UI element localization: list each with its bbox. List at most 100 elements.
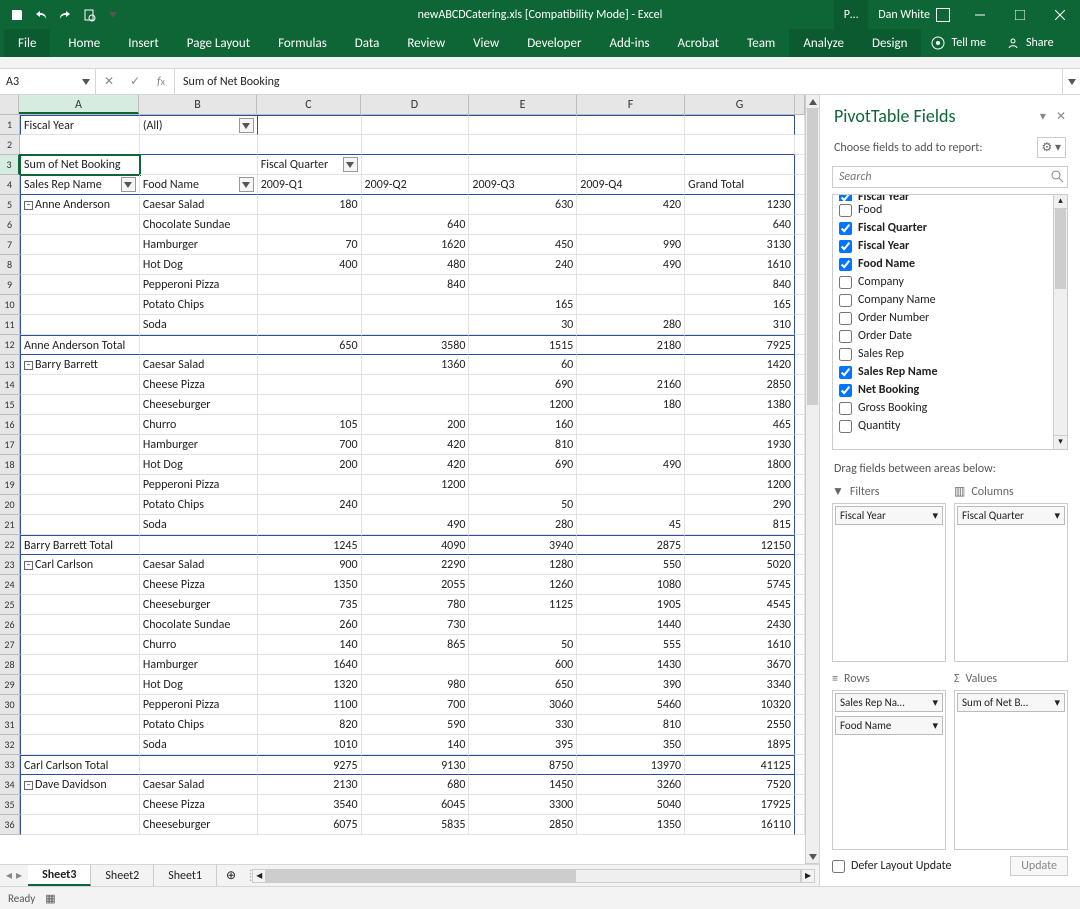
row-header[interactable]: 16 [0, 415, 20, 435]
close-button[interactable] [1040, 0, 1080, 29]
pivot-filter-value[interactable]: (All) [140, 115, 258, 135]
field-checkbox[interactable] [839, 384, 852, 397]
tab-data[interactable]: Data [341, 29, 394, 57]
row-header[interactable]: 33 [0, 755, 20, 775]
row-header[interactable]: 28 [0, 655, 20, 675]
pivot-group-name[interactable]: −Dave Davidson [20, 775, 140, 795]
field-item[interactable]: Fiscal Year [839, 194, 1047, 201]
sheet-tab[interactable]: Sheet1 [154, 865, 217, 886]
field-checkbox[interactable] [839, 258, 852, 271]
filter-dropdown-icon[interactable] [121, 177, 136, 192]
column-header[interactable] [795, 95, 805, 114]
tab-design[interactable]: Design [858, 29, 921, 57]
pivot-row-field-1[interactable]: Sales Rep Name [20, 175, 140, 195]
field-item[interactable]: Company [839, 273, 1047, 291]
row-header[interactable]: 4 [0, 175, 20, 195]
tab-analyze[interactable]: Analyze [789, 29, 858, 57]
field-checkbox[interactable] [839, 366, 852, 379]
tab-page-layout[interactable]: Page Layout [173, 29, 264, 57]
column-header[interactable]: D [361, 95, 469, 114]
area-pill[interactable]: Sales Rep Na…▾ [835, 693, 943, 712]
field-checkbox[interactable] [839, 294, 852, 307]
area-pill[interactable]: Food Name▾ [835, 716, 943, 735]
name-box-dropdown-icon[interactable] [79, 71, 93, 92]
field-item[interactable]: Sales Rep [839, 345, 1047, 363]
sheet-tab[interactable]: Sheet2 [91, 865, 154, 886]
column-header[interactable]: G [685, 95, 795, 114]
field-item[interactable]: Net Booking [839, 381, 1047, 399]
macro-record-icon[interactable]: ▦ [45, 892, 55, 905]
scroll-right-icon[interactable]: ▸ [801, 869, 815, 883]
panel-close-icon[interactable]: ✕ [1056, 109, 1066, 124]
filter-dropdown-icon[interactable] [239, 177, 254, 192]
user-account[interactable]: Dan White [868, 0, 960, 29]
sheet-nav-prev-icon[interactable]: ◂ [6, 868, 12, 883]
undo-icon[interactable] [30, 4, 52, 26]
pivot-group-name[interactable]: −Anne Anderson [20, 195, 140, 215]
name-box[interactable]: A3 [0, 69, 96, 94]
column-header[interactable]: A [19, 95, 139, 114]
tab-team[interactable]: Team [733, 29, 789, 57]
share-button[interactable]: Share [996, 29, 1064, 57]
expand-formula-bar-icon[interactable] [1062, 69, 1080, 94]
row-header[interactable]: 1 [0, 115, 20, 135]
pill-dropdown-icon[interactable]: ▾ [1054, 509, 1060, 522]
field-checkbox[interactable] [839, 348, 852, 361]
tell-me[interactable]: Tell me [921, 29, 996, 57]
tab-add-ins[interactable]: Add-ins [595, 29, 663, 57]
row-header[interactable]: 25 [0, 595, 20, 615]
select-all-corner[interactable] [0, 95, 19, 114]
column-header[interactable]: F [577, 95, 685, 114]
field-item[interactable]: Quantity [839, 417, 1047, 435]
row-header[interactable]: 18 [0, 455, 20, 475]
horizontal-scrollbar[interactable]: ⁞ ◂ ▸ [245, 869, 819, 883]
field-item[interactable]: Fiscal Year [839, 237, 1047, 255]
field-item[interactable]: Order Number [839, 309, 1047, 327]
panel-menu-icon[interactable]: ▾ [1040, 109, 1046, 124]
tab-view[interactable]: View [459, 29, 513, 57]
row-header[interactable]: 5 [0, 195, 20, 215]
collapse-icon[interactable]: − [24, 561, 33, 570]
area-pill[interactable]: Sum of Net B…▾ [957, 693, 1065, 712]
row-header[interactable]: 13 [0, 355, 20, 375]
sheet-tab-active[interactable]: Sheet3 [28, 865, 91, 886]
formula-input[interactable]: Sum of Net Booking [175, 69, 1062, 94]
pill-dropdown-icon[interactable]: ▾ [932, 719, 938, 732]
row-header[interactable]: 30 [0, 695, 20, 715]
row-header[interactable]: 26 [0, 615, 20, 635]
row-header[interactable]: 20 [0, 495, 20, 515]
field-item[interactable]: Order Date [839, 327, 1047, 345]
pivot-group-name[interactable]: −Barry Barrett [20, 355, 140, 375]
row-header[interactable]: 31 [0, 715, 20, 735]
row-header[interactable]: 22 [0, 535, 20, 555]
tab-acrobat[interactable]: Acrobat [664, 29, 734, 57]
row-header[interactable]: 7 [0, 235, 20, 255]
collapse-icon[interactable]: − [24, 781, 33, 790]
redo-icon[interactable] [54, 4, 76, 26]
row-header[interactable]: 6 [0, 215, 20, 235]
row-header[interactable]: 17 [0, 435, 20, 455]
row-header[interactable]: 36 [0, 815, 20, 835]
tab-developer[interactable]: Developer [513, 29, 595, 57]
print-preview-icon[interactable] [78, 4, 100, 26]
row-header[interactable]: 35 [0, 795, 20, 815]
field-item[interactable]: Gross Booking [839, 399, 1047, 417]
row-header[interactable]: 10 [0, 295, 20, 315]
row-header[interactable]: 14 [0, 375, 20, 395]
field-list-scrollbar[interactable]: ▴ ▾ [1053, 195, 1067, 449]
qat-customize-icon[interactable] [102, 4, 124, 26]
collapse-icon[interactable]: − [24, 201, 33, 210]
column-header[interactable]: C [257, 95, 361, 114]
area-pill[interactable]: Fiscal Quarter▾ [957, 506, 1065, 525]
row-header[interactable]: 23 [0, 555, 20, 575]
save-icon[interactable] [6, 4, 28, 26]
pivot-col-field[interactable]: Fiscal Quarter [258, 155, 362, 175]
row-header[interactable]: 8 [0, 255, 20, 275]
accept-formula-icon[interactable]: ✓ [122, 74, 148, 89]
cancel-formula-icon[interactable]: ✕ [96, 74, 122, 89]
pivot-group-name[interactable]: −Carl Carlson [20, 555, 140, 575]
sheet-nav[interactable]: ◂ ▸ [0, 868, 28, 883]
field-item[interactable]: Food [839, 201, 1047, 219]
row-header[interactable]: 24 [0, 575, 20, 595]
field-search[interactable] [832, 166, 1068, 188]
